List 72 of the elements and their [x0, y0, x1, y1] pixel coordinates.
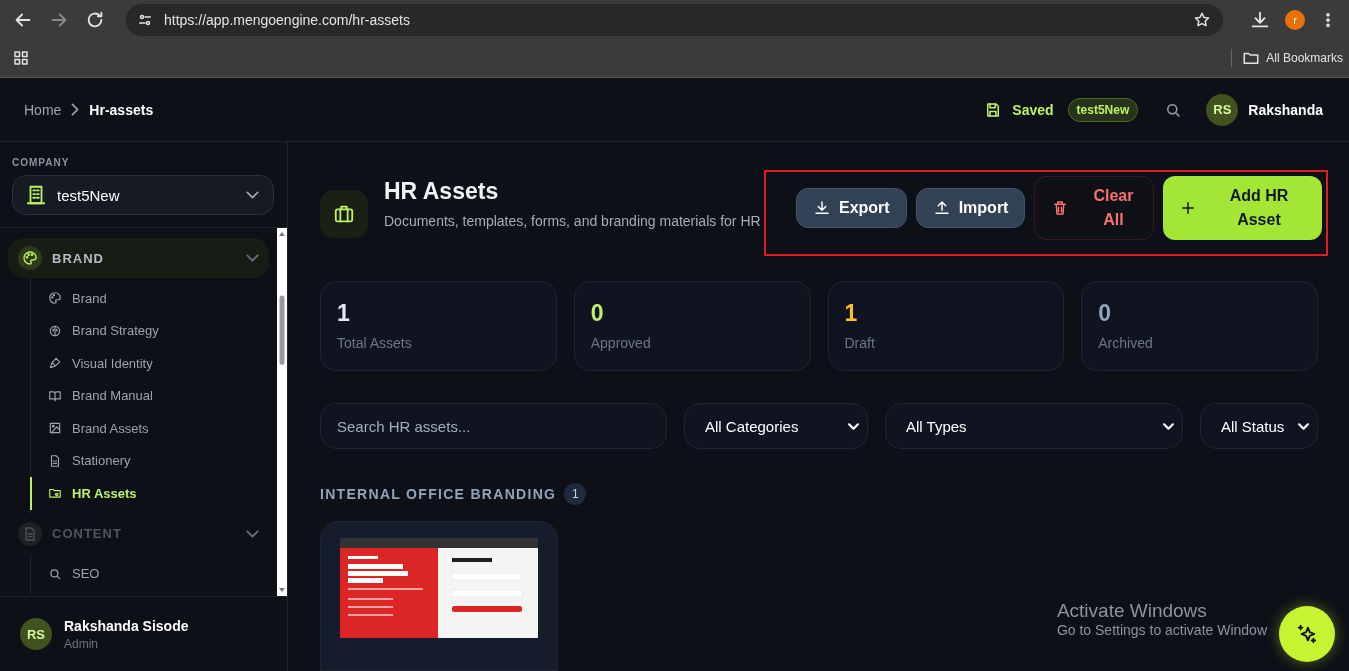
- folder-icon: [48, 486, 62, 501]
- nav-item[interactable]: Stationery: [30, 444, 269, 477]
- user-name[interactable]: Rakshanda: [1248, 101, 1323, 118]
- brain-icon: [48, 323, 62, 338]
- breadcrumb-link[interactable]: Home: [24, 101, 62, 118]
- sparkle-icon: [1296, 623, 1318, 645]
- activation-text: Go to Settings to activate Window: [1056, 622, 1267, 638]
- briefcase-icon: [320, 190, 368, 238]
- stat-label: Draft: [844, 335, 876, 352]
- scrollbar-drawing[interactable]: [277, 228, 287, 596]
- nav-item[interactable]: Brand Manual: [30, 379, 269, 412]
- stat-label: Total Assets: [337, 335, 413, 352]
- brush-icon: [48, 356, 62, 371]
- count-badge: 1: [564, 483, 587, 506]
- apps-icon[interactable]: [12, 49, 30, 67]
- chevron-down-icon: [1298, 422, 1309, 430]
- filter-dropdown[interactable]: All Categories: [684, 403, 868, 450]
- nav-item[interactable]: Brand: [30, 282, 269, 315]
- user-avatar: RS: [20, 618, 52, 650]
- search-icon: [48, 566, 62, 581]
- stat-value: 1: [844, 300, 859, 328]
- page-description: Documents, templates, forms, and branding materials for HR: [384, 212, 762, 231]
- saved-status: Saved: [1012, 101, 1054, 118]
- image-icon: [48, 421, 62, 436]
- address-bar[interactable]: https://app.mengoengine.com/hr-assets: [126, 4, 1223, 36]
- group-icon: [18, 521, 42, 546]
- filter-dropdown[interactable]: All Status: [1200, 403, 1318, 450]
- section-title: INTERNAL OFFICE BRANDING: [320, 486, 557, 503]
- stat-value: 1: [337, 300, 351, 328]
- stat-label: Approved: [590, 335, 652, 352]
- chevron-down-icon: [246, 191, 259, 199]
- page-title: HR Assets: [384, 178, 500, 205]
- download-icon: [813, 199, 831, 217]
- nav-item[interactable]: Brand Assets: [30, 412, 269, 445]
- chevron-right-icon: [71, 103, 80, 116]
- user-role: Admin: [64, 636, 99, 651]
- upload-icon: [932, 199, 951, 217]
- stat-value: 0: [1098, 300, 1113, 328]
- stat-label: Archived: [1098, 335, 1154, 352]
- clear-all-button[interactable]: Clear All: [1034, 176, 1155, 240]
- nav-item[interactable]: Brand Strategy: [30, 314, 269, 347]
- filter-dropdown[interactable]: All Types: [885, 403, 1183, 450]
- asset-card[interactable]: [320, 521, 558, 671]
- chevron-down-icon: [246, 529, 259, 538]
- import-button[interactable]: Import: [915, 188, 1026, 228]
- book-icon: [48, 388, 62, 403]
- nav-item[interactable]: SEO: [30, 557, 269, 590]
- breadcrumb-current: Hr-assets: [89, 101, 154, 118]
- file-icon: [48, 453, 62, 468]
- nav-item[interactable]: Visual Identity: [30, 347, 269, 380]
- add-button[interactable]: Add HR Asset: [1163, 176, 1323, 240]
- nav-group-header[interactable]: BRAND: [8, 238, 269, 278]
- company-selector[interactable]: test5New: [12, 175, 274, 215]
- chevron-down-icon: [1163, 422, 1174, 430]
- company-badge: test5New: [1067, 97, 1139, 122]
- section-label: COMPANY: [11, 156, 71, 170]
- export-button[interactable]: Export: [796, 188, 907, 228]
- assistant-button[interactable]: [1279, 606, 1335, 662]
- chevron-down-icon: [246, 254, 259, 262]
- group-icon: [18, 246, 42, 270]
- activation-title: Activate Windows: [1056, 600, 1208, 622]
- search-field[interactable]: Search HR assets...: [320, 403, 667, 450]
- building-icon: [25, 184, 47, 206]
- star-icon[interactable]: [1193, 11, 1211, 29]
- bookmarks-folder[interactable]: All Bookmarks: [1231, 49, 1343, 67]
- stat-value: 0: [590, 300, 605, 328]
- chevron-down-icon: [848, 422, 859, 430]
- palette-icon: [48, 291, 62, 306]
- user-name: Rakshanda Sisode: [64, 617, 189, 634]
- nav-item[interactable]: HR Assets: [30, 477, 269, 510]
- bookmarks-label[interactable]: All Bookmarks: [1266, 51, 1343, 65]
- user-avatar[interactable]: RS: [1206, 93, 1239, 126]
